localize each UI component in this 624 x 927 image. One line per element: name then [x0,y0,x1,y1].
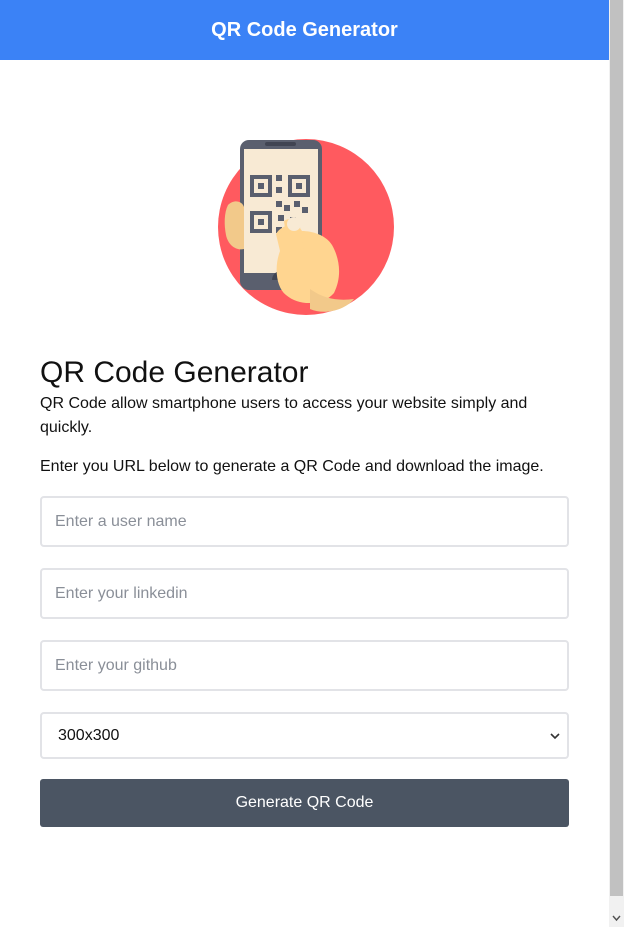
generate-qr-button[interactable]: Generate QR Code [40,779,569,827]
navbar: QR Code Generator [0,0,609,60]
scroll-down-arrow[interactable] [609,910,624,927]
page: QR Code Generator QR Code Generator QR C… [0,0,609,927]
description-text: QR Code allow smartphone users to access… [40,395,528,436]
size-select[interactable]: 300x300 [40,712,569,759]
page-title: QR Code Generator [40,356,309,389]
qr-phone-hand-illustration [218,139,394,315]
github-input[interactable] [40,640,569,691]
scrollbar[interactable] [609,0,624,927]
chevron-down-icon [612,915,621,922]
scrollbar-thumb[interactable] [610,0,623,896]
instructions-text: Enter you URL below to generate a QR Cod… [40,458,544,475]
username-input[interactable] [40,496,569,547]
navbar-title: QR Code Generator [211,18,398,41]
size-select-value: 300x300 [58,726,120,744]
linkedin-input[interactable] [40,568,569,619]
chevron-down-icon [550,732,560,739]
